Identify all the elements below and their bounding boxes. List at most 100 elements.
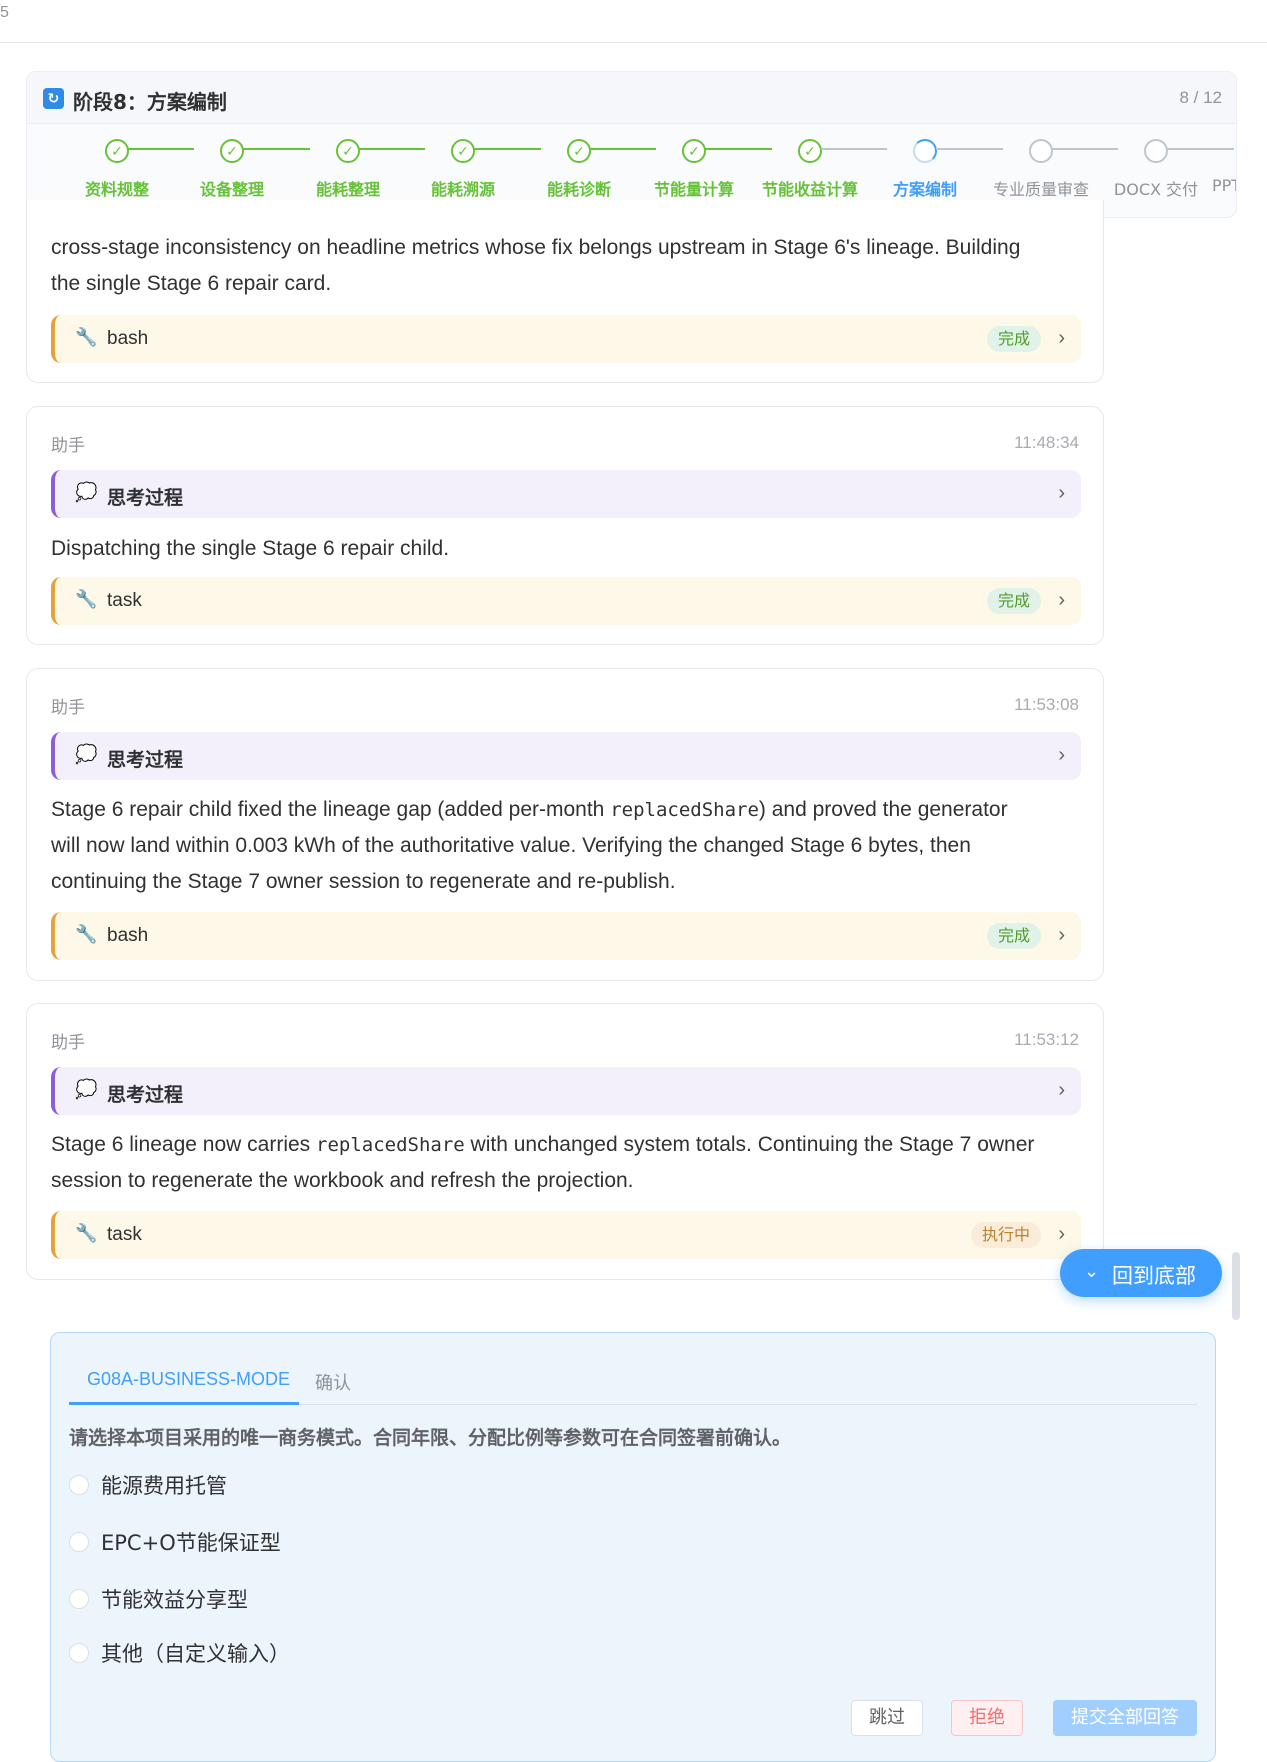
wrench-icon: 🔧: [75, 327, 98, 347]
message-card: 助手 11:53:08 💭 思考过程 › Stage 6 repair chil…: [26, 668, 1104, 981]
step-label: 资料规整: [84, 180, 149, 199]
option-label: 节能效益分享型: [101, 1588, 248, 1612]
message-text: continuing the Stage 7 owner session to …: [51, 870, 676, 893]
top-bar: 5: [0, 0, 1267, 43]
check-icon: ✓: [682, 139, 706, 163]
check-icon: ✓: [451, 139, 475, 163]
wrench-icon: 🔧: [75, 924, 98, 944]
active-tab-indicator: [69, 1402, 299, 1405]
thinking-label: 思考过程: [107, 749, 184, 771]
step-connector: [359, 148, 425, 150]
inline-code: replacedShare: [610, 799, 759, 821]
question-panel: G08A-BUSINESS-MODE 确认 请选择本项目采用的唯一商务模式。合同…: [50, 1332, 1216, 1762]
submit-all-button[interactable]: 提交全部回答: [1053, 1700, 1197, 1736]
thought-bubble-icon: 💭: [75, 744, 98, 764]
wrench-icon: 🔧: [75, 1223, 98, 1243]
question-tabs: G08A-BUSINESS-MODE 确认: [69, 1355, 1197, 1405]
check-icon: ✓: [220, 139, 244, 163]
step-label: 节能量计算: [653, 180, 734, 199]
chevron-right-icon: ›: [1058, 589, 1065, 611]
message-text: Stage 6 lineage now carries replacedShar…: [51, 1133, 1035, 1156]
vertical-scrollbar[interactable]: [1232, 1252, 1240, 1320]
pending-circle-icon: [1144, 139, 1168, 163]
option-label: 其他（自定义输入）: [101, 1642, 290, 1666]
stage-count: 8 / 12: [1179, 88, 1222, 107]
thinking-toggle[interactable]: 💭 思考过程 ›: [51, 1067, 1081, 1115]
step-label: PPTX: [1212, 176, 1236, 195]
message-role: 助手: [51, 436, 85, 456]
radio-button[interactable]: [69, 1643, 89, 1663]
stage-progress-card: ↻ 阶段8：方案编制 8 / 12 ✓ 资料规整 ✓ 设备整理 ✓ 能耗整理 ✓ 能耗溯…: [26, 71, 1237, 218]
stage-steps: ✓ 资料规整 ✓ 设备整理 ✓ 能耗整理 ✓ 能耗溯源 ✓ 能耗诊断 ✓ 节能量计算 ✓ 节能…: [27, 124, 1236, 204]
tool-name: task: [107, 1224, 142, 1245]
thinking-toggle[interactable]: 💭 思考过程 ›: [51, 732, 1081, 780]
message-text: session to regenerate the workbook and r…: [51, 1169, 634, 1192]
step-label: 方案编制: [892, 180, 957, 199]
thought-bubble-icon: 💭: [75, 1079, 98, 1099]
skip-button[interactable]: 跳过: [851, 1700, 923, 1736]
message-role: 助手: [51, 698, 85, 718]
step-connector: [128, 148, 194, 150]
chevron-right-icon: ›: [1058, 482, 1065, 504]
inline-code: replacedShare: [316, 1134, 465, 1156]
wrench-icon: 🔧: [75, 589, 98, 609]
message-time: 11:48:34: [1014, 433, 1079, 452]
step-connector: [243, 148, 310, 150]
question-prompt: 请选择本项目采用的唯一商务模式。合同年限、分配比例等参数可在合同签署前确认。: [69, 1427, 792, 1449]
chevron-right-icon: ›: [1058, 924, 1065, 946]
stage-header: ↻ 阶段8：方案编制 8 / 12: [27, 72, 1236, 124]
tool-call-bash[interactable]: 🔧 bash 完成 ›: [51, 315, 1081, 363]
message-text: will now land within 0.003 kWh of the au…: [51, 834, 971, 857]
thinking-label: 思考过程: [107, 487, 184, 509]
radio-button[interactable]: [69, 1589, 89, 1609]
thought-bubble-icon: 💭: [75, 482, 98, 502]
status-badge: 完成: [986, 326, 1041, 352]
stage-title: 阶段8：方案编制: [73, 90, 227, 114]
message-text: Dispatching the single Stage 6 repair ch…: [51, 537, 450, 560]
message-text: cross-stage inconsistency on headline me…: [51, 236, 1021, 259]
status-badge: 执行中: [970, 1222, 1041, 1248]
loading-icon: [913, 139, 937, 163]
chevron-right-icon: ›: [1058, 327, 1065, 349]
tool-call-bash[interactable]: 🔧 bash 完成 ›: [51, 912, 1081, 960]
radio-button[interactable]: [69, 1475, 89, 1495]
reject-button[interactable]: 拒绝: [951, 1700, 1023, 1736]
message-card: cross-stage inconsistency on headline me…: [26, 200, 1104, 383]
message-text: Stage 6 repair child fixed the lineage g…: [51, 798, 1008, 821]
step-connector: [1052, 148, 1118, 150]
tool-call-task[interactable]: 🔧 task 完成 ›: [51, 577, 1081, 625]
status-badge: 完成: [986, 923, 1041, 949]
check-icon: ✓: [105, 139, 129, 163]
refresh-icon: ↻: [43, 88, 64, 109]
step-connector: [474, 148, 541, 150]
check-icon: ✓: [567, 139, 591, 163]
step-connector: [821, 148, 887, 150]
step-label: DOCX 交付: [1113, 180, 1199, 199]
radio-button[interactable]: [69, 1532, 89, 1552]
tool-call-task[interactable]: 🔧 task 执行中 ›: [51, 1211, 1081, 1259]
step-label: 节能收益计算: [761, 180, 858, 199]
step-label: 能耗整理: [315, 180, 380, 199]
tab-business-mode[interactable]: G08A-BUSINESS-MODE: [87, 1369, 290, 1390]
pending-circle-icon: [1029, 139, 1053, 163]
back-to-bottom-label: 回到底部: [1112, 1264, 1196, 1288]
tool-name: bash: [107, 925, 149, 946]
step-label: 能耗诊断: [546, 180, 611, 199]
chevron-right-icon: ›: [1058, 1223, 1065, 1245]
back-to-bottom-button[interactable]: ⌄ 回到底部: [1060, 1249, 1222, 1297]
thinking-toggle[interactable]: 💭 思考过程 ›: [51, 470, 1081, 518]
top-edge-char: 5: [0, 4, 9, 21]
chevron-right-icon: ›: [1058, 1079, 1065, 1101]
chevron-right-icon: ›: [1058, 744, 1065, 766]
check-icon: ✓: [336, 139, 360, 163]
message-time: 11:53:08: [1014, 695, 1079, 714]
step-connector: [936, 148, 1003, 150]
tab-confirm[interactable]: 确认: [315, 1369, 351, 1395]
chevron-down-icon: ⌄: [1084, 1261, 1100, 1281]
message-card: 助手 11:53:12 💭 思考过程 › Stage 6 lineage now…: [26, 1003, 1104, 1280]
option-label: EPC+O节能保证型: [101, 1531, 281, 1555]
check-icon: ✓: [798, 139, 822, 163]
message-card: 助手 11:48:34 💭 思考过程 › Dispatching the sin…: [26, 406, 1104, 645]
option-label: 能源费用托管: [101, 1474, 227, 1498]
step-connector: [1167, 148, 1234, 150]
